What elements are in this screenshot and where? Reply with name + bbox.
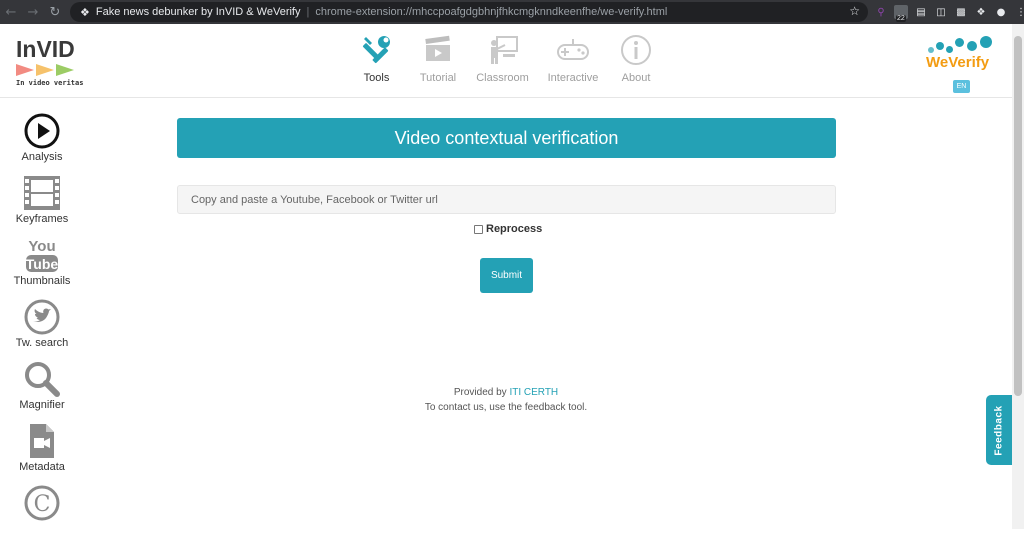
nav-tutorial[interactable]: Tutorial (408, 32, 468, 84)
invid-logo[interactable]: InVID In video veritas (16, 36, 86, 92)
reprocess-label: Reprocess (486, 223, 543, 235)
tools-sidebar: Analysis Keyframes You Tube Thumbnails T… (0, 112, 84, 546)
invid-logo-arrows (16, 64, 86, 76)
svg-text:Tube: Tube (26, 256, 59, 272)
tools-icon (357, 32, 397, 68)
info-icon (616, 32, 656, 68)
puzzle-icon[interactable]: ❖ (974, 5, 988, 19)
sidebar-item-copyright[interactable]: C (0, 484, 84, 546)
nav-classroom[interactable]: Classroom (470, 32, 535, 84)
nav-classroom-label: Classroom (476, 72, 529, 84)
page-title-in-omnibox: Fake news debunker by InVID & WeVerify (95, 6, 301, 18)
reprocess-checkbox[interactable]: Reprocess (474, 223, 542, 235)
weverify-logo-text: WeVerify (926, 54, 990, 71)
page-title: Video contextual verification (177, 118, 836, 158)
page-footer: Provided by ITI CERTH To contact us, use… (380, 385, 632, 415)
feedback-button[interactable]: Feedback (986, 395, 1012, 465)
checkbox-box[interactable] (474, 224, 483, 234)
clapperboard-extension-icon[interactable]: ▩ (954, 5, 968, 19)
nav-tools[interactable]: Tools (350, 32, 403, 84)
omnibox-separator: | (306, 6, 310, 18)
file-video-icon (22, 422, 62, 460)
extension-badge-count: 22 (896, 15, 906, 22)
feedback-label: Feedback (993, 404, 1005, 456)
sidebar-item-label: Metadata (19, 461, 65, 473)
page-header: InVID In video veritas Tools Tutorial Cl… (0, 24, 1012, 98)
sidebar-item-label: Magnifier (19, 399, 65, 411)
sidebar-item-magnifier[interactable]: Magnifier (0, 360, 84, 422)
forward-icon[interactable]: → (22, 0, 44, 24)
top-navigation: Tools Tutorial Classroom Interactive Abo… (350, 32, 661, 84)
url-input[interactable] (177, 185, 836, 214)
bookmark-extension-icon[interactable]: ◫ (934, 5, 948, 19)
nav-about[interactable]: About (611, 32, 661, 84)
youtube-icon: You Tube (22, 236, 62, 274)
nav-tutorial-label: Tutorial (419, 72, 457, 84)
sidebar-item-analysis[interactable]: Analysis (0, 112, 84, 174)
nav-about-label: About (621, 72, 651, 84)
browser-toolbar: ← → ↻ ❖ Fake news debunker by InVID & We… (0, 0, 1024, 24)
scrollbar-thumb[interactable] (1014, 36, 1022, 396)
sidebar-item-label: Tw. search (15, 337, 69, 349)
weverify-logo[interactable]: WeVerify (922, 34, 1002, 71)
sidebar-item-label: Keyframes (15, 213, 69, 225)
sidebar-item-label: Thumbnails (13, 275, 71, 287)
back-icon[interactable]: ← (0, 0, 22, 24)
nav-interactive-label: Interactive (547, 72, 599, 84)
extension-badge-icon[interactable]: 22 (894, 5, 908, 22)
film-strip-icon (22, 174, 62, 212)
sidebar-item-metadata[interactable]: Metadata (0, 422, 84, 484)
sidebar-item-label: Analysis (21, 151, 63, 163)
footer-contact-text: To contact us, use the feedback tool. (424, 402, 588, 413)
invid-logo-text: InVID (16, 36, 75, 62)
url-text: chrome-extension://mhccpoafgdgbhnjfhkcmg… (315, 6, 668, 18)
clapperboard-icon (418, 32, 458, 68)
address-bar[interactable]: ❖ Fake news debunker by InVID & WeVerify… (70, 2, 868, 22)
profile-icon[interactable]: ● (994, 5, 1008, 19)
submit-button[interactable]: Submit (480, 258, 533, 293)
extensions-area: ⚲ 22 ▤ ◫ ▩ ❖ ● ⋮ (874, 0, 1024, 24)
menu-kebab-icon[interactable]: ⋮ (1014, 5, 1024, 19)
copyright-icon: C (22, 484, 62, 522)
sidebar-item-keyframes[interactable]: Keyframes (0, 174, 84, 236)
invid-tagline: In video veritas (16, 79, 84, 87)
nav-interactive[interactable]: Interactive (539, 32, 607, 84)
play-circle-icon (22, 112, 62, 150)
language-badge[interactable]: EN (953, 80, 970, 93)
magnifier-icon (22, 360, 62, 398)
svg-text:You: You (28, 238, 55, 255)
classroom-icon (483, 32, 523, 68)
gamepad-icon (553, 32, 593, 68)
reload-icon[interactable]: ↻ (44, 0, 66, 24)
bookmark-star-icon[interactable]: ☆ (849, 4, 860, 18)
sidebar-item-tw-search[interactable]: Tw. search (0, 298, 84, 360)
footer-provided-by: Provided by (453, 387, 507, 398)
search-extension-icon[interactable]: ⚲ (874, 5, 888, 19)
twitter-icon (22, 298, 62, 336)
pdf-extension-icon[interactable]: ▤ (914, 5, 928, 19)
svg-text:C: C (34, 492, 51, 517)
weverify-logo-dots (922, 34, 1002, 56)
extension-page-icon: ❖ (80, 5, 90, 19)
sidebar-item-thumbnails[interactable]: You Tube Thumbnails (0, 236, 84, 298)
page-scrollbar[interactable] (1012, 24, 1024, 529)
provider-link[interactable]: ITI CERTH (509, 387, 558, 398)
nav-tools-label: Tools (363, 72, 390, 84)
